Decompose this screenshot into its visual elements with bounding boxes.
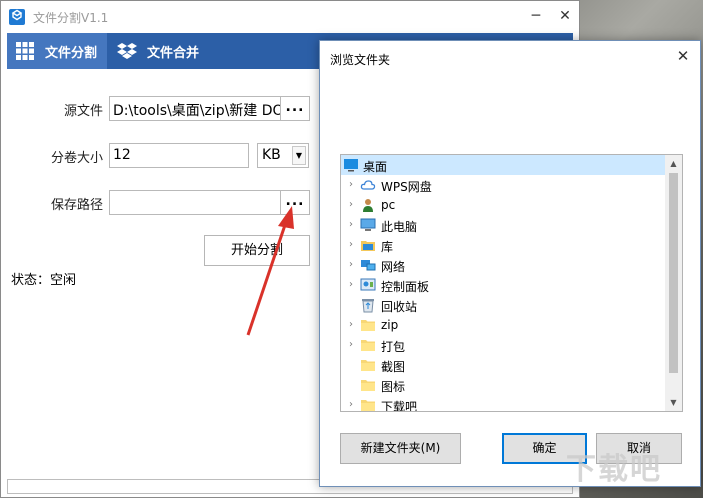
tree-item[interactable]: › WPS网盘 [341, 175, 666, 195]
chevron-right-icon[interactable]: › [346, 235, 356, 255]
user-icon [360, 197, 376, 213]
chevron-right-icon[interactable]: › [346, 215, 356, 235]
recycle-bin-icon [360, 297, 376, 313]
new-folder-button[interactable]: 新建文件夹(M) [340, 433, 461, 464]
app-logo-icon [9, 9, 25, 25]
tab-label: 文件合并 [147, 45, 200, 61]
chevron-right-icon[interactable]: › [346, 315, 356, 335]
source-file-label: 源文件 [63, 104, 103, 119]
tree-item-label: zip [381, 318, 399, 332]
tree-item[interactable]: › 控制面板 [341, 275, 666, 295]
chevron-right-icon[interactable]: › [346, 335, 356, 355]
unit-select[interactable]: KB ▼ [257, 143, 309, 168]
tree-scrollbar[interactable]: ▲ ▼ [665, 155, 682, 411]
network-icon [360, 257, 376, 273]
tree-item[interactable]: 回收站 [341, 295, 666, 315]
grid-icon [15, 41, 35, 61]
tree-item[interactable]: › zip [341, 315, 666, 335]
chevron-right-icon[interactable]: › [346, 175, 356, 195]
tree-item-label: pc [381, 198, 396, 212]
volume-size-label: 分卷大小 [50, 151, 103, 166]
folder-icon [360, 357, 376, 373]
tab-file-split[interactable]: 文件分割 [7, 33, 107, 69]
save-path-input[interactable] [109, 190, 281, 215]
tree-item-label: 下载吧 [381, 400, 418, 412]
tree-item-label: 网络 [381, 260, 406, 274]
tree-item-label: 库 [381, 240, 394, 254]
status-text: 状态：空闲 [11, 273, 77, 288]
chevron-down-icon: ▼ [292, 146, 306, 165]
minimize-button[interactable]: ─ [523, 5, 549, 29]
control-panel-icon [360, 277, 376, 293]
close-button[interactable]: ✕ [552, 5, 578, 29]
chevron-right-icon[interactable]: › [346, 275, 356, 295]
tree-item[interactable]: › 下载吧 [341, 395, 666, 412]
browse-save-button[interactable]: ... [280, 190, 310, 215]
tab-label: 文件分割 [45, 45, 98, 61]
source-file-input[interactable]: D:\tools\桌面\zip\新建 DO [109, 96, 281, 121]
tree-item[interactable]: › 网络 [341, 255, 666, 275]
tree-item-label: 打包 [381, 340, 406, 354]
window-title: 文件分割V1.1 [33, 11, 109, 25]
folder-icon [360, 337, 376, 353]
computer-icon [360, 217, 376, 233]
dialog-close-button[interactable]: ✕ [670, 45, 696, 69]
scroll-thumb[interactable] [669, 173, 678, 373]
browse-folder-dialog: 浏览文件夹 ✕ 桌面 › WPS网盘 › pc › 此电脑 › 库 › 网络 › 控制面板 回收站 › zip… [319, 40, 701, 487]
tree-item-label: WPS网盘 [381, 180, 432, 194]
tree-item[interactable]: 图标 [341, 375, 666, 395]
main-title-bar: 文件分割V1.1 ─ ✕ [1, 1, 579, 33]
dialog-title: 浏览文件夹 [330, 53, 391, 67]
desktop-icon [343, 157, 359, 173]
tree-item-label: 图标 [381, 380, 406, 394]
tab-file-merge[interactable]: 文件合并 [109, 33, 229, 69]
folder-icon [360, 397, 376, 411]
chevron-right-icon[interactable]: › [346, 395, 356, 411]
tree-item-label: 此电脑 [381, 220, 418, 234]
tree-item[interactable]: › pc [341, 195, 666, 215]
dropbox-icon [117, 41, 137, 61]
folder-tree[interactable]: 桌面 › WPS网盘 › pc › 此电脑 › 库 › 网络 › 控制面板 回收站 › zip › 打包 截图 图标 ›… [340, 154, 683, 412]
scroll-down-icon[interactable]: ▼ [665, 394, 682, 411]
tree-item[interactable]: › 此电脑 [341, 215, 666, 235]
tree-item[interactable]: 桌面 [341, 155, 666, 175]
volume-size-input[interactable]: 12 [109, 143, 249, 168]
library-icon [360, 237, 376, 253]
folder-icon [360, 377, 376, 393]
cloud-icon [360, 177, 376, 193]
scroll-up-icon[interactable]: ▲ [665, 155, 682, 172]
tree-item[interactable]: › 打包 [341, 335, 666, 355]
watermark-logo: 下载吧 [566, 452, 662, 487]
tree-item-label: 控制面板 [381, 280, 430, 294]
folder-icon [360, 317, 376, 333]
tree-item[interactable]: › 库 [341, 235, 666, 255]
chevron-right-icon[interactable]: › [346, 255, 356, 275]
unit-value: KB [262, 147, 281, 163]
tree-item-label: 截图 [381, 360, 406, 374]
chevron-right-icon[interactable]: › [346, 195, 356, 215]
tree-item-label: 桌面 [363, 160, 388, 174]
save-path-label: 保存路径 [50, 198, 103, 213]
browse-source-button[interactable]: ... [280, 96, 310, 121]
tree-item-label: 回收站 [381, 300, 418, 314]
tree-item[interactable]: 截图 [341, 355, 666, 375]
start-split-button[interactable]: 开始分割 [204, 235, 310, 266]
